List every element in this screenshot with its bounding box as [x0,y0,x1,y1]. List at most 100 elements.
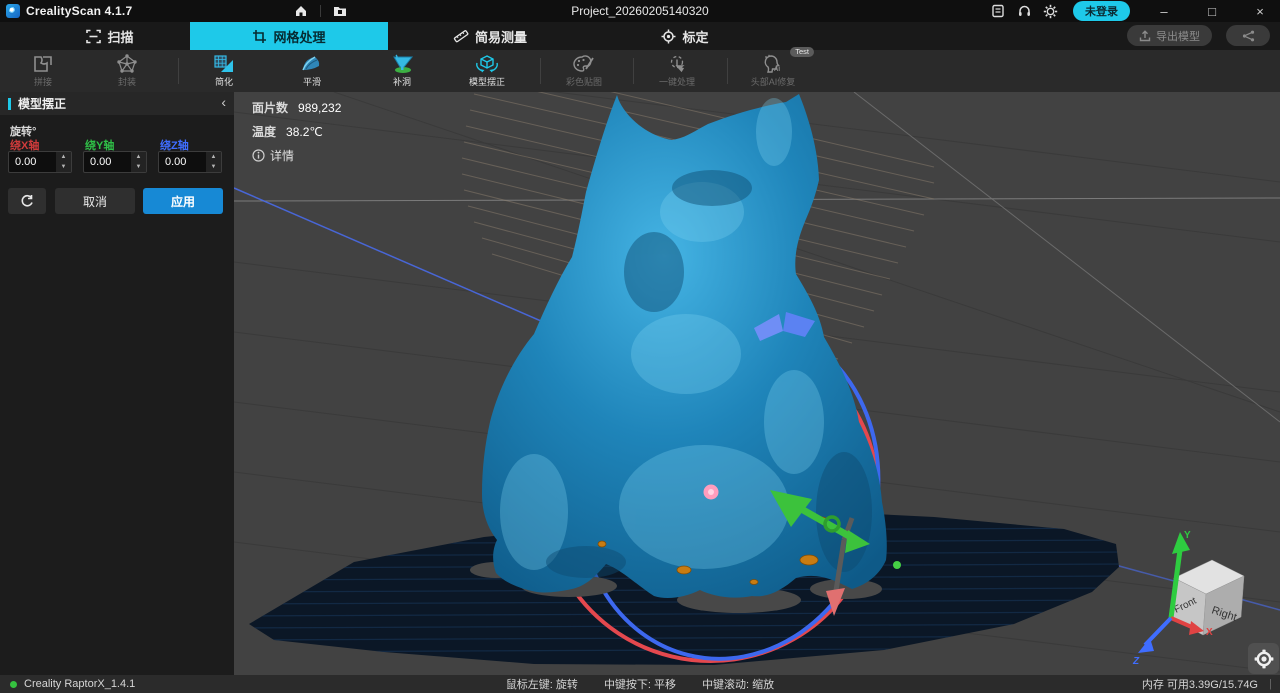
support-button[interactable] [1015,2,1033,20]
test-badge: Test [790,47,814,57]
home-icon [294,4,308,18]
fill-holes-icon [390,54,414,74]
smooth-icon [300,54,324,74]
creality-scan-app: CrealityScan 4.1.7 Project_2026020514032… [0,0,1280,693]
settings-button[interactable] [1041,2,1059,20]
nav-axis-x-label: X [1206,627,1213,638]
rotate-y-field: ▲▼ [83,151,147,173]
headset-icon [1017,4,1032,18]
tool-ai-head-repair-label: 头部AI修复 [751,75,796,88]
rotate-y-input[interactable] [84,152,131,172]
rotate-y-stepper[interactable]: ▲▼ [131,152,146,172]
memory-status: 内存 可用3.39G/15.74G [1142,676,1258,692]
close-button[interactable]: × [1240,0,1280,22]
orient-model-panel: 模型摆正 ‹ 旋转° 绕X轴 绕Y轴 绕Z轴 ▲▼ ▲▼ ▲▼ 取消 应用 [0,92,234,675]
status-bar: Creality RaptorX_1.4.1 鼠标左键: 旋转 中键按下: 平移… [0,675,1280,693]
share-button[interactable] [1226,25,1270,46]
viewport-gear-icon [1254,649,1274,669]
viewport-3d[interactable]: Front Right Y X Z 面片数 989,232 温度 38.2℃ [234,92,1280,675]
tab-scan[interactable]: 扫描 [60,22,160,50]
open-project-button[interactable] [331,2,349,20]
device-name: Creality RaptorX_1.4.1 [24,678,135,690]
tool-wrap-label: 封装 [118,75,136,88]
tab-scan-label: 扫描 [107,27,133,46]
tool-one-click[interactable]: 一键处理 [634,51,720,91]
titlebar-separator [320,5,321,17]
tool-stitch-label: 拼接 [34,75,52,88]
apply-button[interactable]: 应用 [143,188,223,214]
tool-smooth[interactable]: 平滑 [269,51,355,91]
cancel-button[interactable]: 取消 [55,188,135,214]
document-icon [991,4,1005,18]
faces-value: 989,232 [298,101,341,115]
mesh-toolbar: 拼接 封装 简化 平滑 补洞 模型摆正 彩色贴图 [0,50,1280,92]
main-tab-bar: 扫描 网格处理 简易测量 标定 导出模型 [0,22,1280,50]
tab-mesh-processing[interactable]: 网格处理 [190,22,388,50]
viewport-settings-button[interactable] [1248,643,1279,674]
rotate-x-field: ▲▼ [8,151,72,173]
app-title: CrealityScan 4.1.7 [26,4,132,18]
tool-ai-head-repair[interactable]: Test AI 头部AI修复 [730,51,816,91]
panel-title: 模型摆正 [18,95,66,112]
scene-canvas: Front Right Y X Z [234,92,1280,675]
rotate-z-input[interactable] [159,152,206,172]
texture-palette-icon [572,54,596,74]
ruler-icon [453,29,469,43]
tool-fill-holes-label: 补洞 [393,75,411,88]
one-click-icon [667,54,687,74]
home-button[interactable] [292,2,310,20]
panel-accent-bar [8,98,11,110]
nav-cube[interactable]: Front Right Y X Z [1132,530,1244,667]
hint-zoom: 中键滚动: 缩放 [702,676,774,692]
toolbar-separator [178,58,179,84]
tool-simplify[interactable]: 简化 [181,51,267,91]
faces-label: 面片数 [252,99,288,116]
details-link[interactable]: 详情 [252,147,341,164]
scan-stats: 面片数 989,232 温度 38.2℃ 详情 [252,99,341,164]
tab-calibrate-label: 标定 [682,27,708,46]
nav-axis-z-label: Z [1132,656,1140,667]
target-icon [661,29,676,44]
reset-icon [20,194,34,208]
tool-fill-holes[interactable]: 补洞 [359,51,445,91]
gizmo-node[interactable] [893,561,901,569]
rotate-x-stepper[interactable]: ▲▼ [56,152,71,172]
nav-axis-y-label: Y [1184,530,1191,541]
tool-stitch[interactable]: 拼接 [0,51,86,91]
statusbar-grip: | [1269,678,1272,690]
mesh-crop-icon [252,29,267,44]
ai-head-repair-icon: AI [762,54,784,74]
rotate-z-stepper[interactable]: ▲▼ [206,152,221,172]
svg-text:AI: AI [774,67,780,73]
scan-frame-icon [86,29,101,44]
toolbar-separator [727,58,728,84]
maximize-button[interactable]: □ [1192,0,1232,22]
temperature-value: 38.2℃ [286,125,323,139]
hint-pan: 中键按下: 平移 [604,676,676,692]
release-notes-button[interactable] [989,2,1007,20]
gear-icon [1043,4,1058,19]
wrap-mesh-icon [116,54,138,74]
tool-wrap[interactable]: 封装 [84,51,170,91]
stitch-icon [32,54,54,74]
details-label: 详情 [270,147,294,164]
device-online-dot [10,681,17,688]
folder-icon [333,5,347,17]
export-model-label: 导出模型 [1156,28,1200,44]
minimize-button[interactable]: – [1144,0,1184,22]
share-icon [1242,30,1255,42]
login-button[interactable]: 未登录 [1073,1,1130,21]
tab-measure[interactable]: 简易测量 [430,22,550,50]
tool-simplify-label: 简化 [215,75,233,88]
export-model-button[interactable]: 导出模型 [1127,25,1212,46]
export-icon [1139,30,1151,42]
tool-orient-model[interactable]: 模型摆正 [444,51,530,91]
tool-texture[interactable]: 彩色贴图 [541,51,627,91]
panel-collapse-chevron[interactable]: ‹ [221,94,226,110]
tab-measure-label: 简易测量 [475,27,527,46]
hint-rotate: 鼠标左键: 旋转 [506,676,578,692]
rotate-x-input[interactable] [9,152,56,172]
simplify-icon [213,54,235,74]
reset-rotation-button[interactable] [8,188,46,214]
tab-calibrate[interactable]: 标定 [640,22,730,50]
